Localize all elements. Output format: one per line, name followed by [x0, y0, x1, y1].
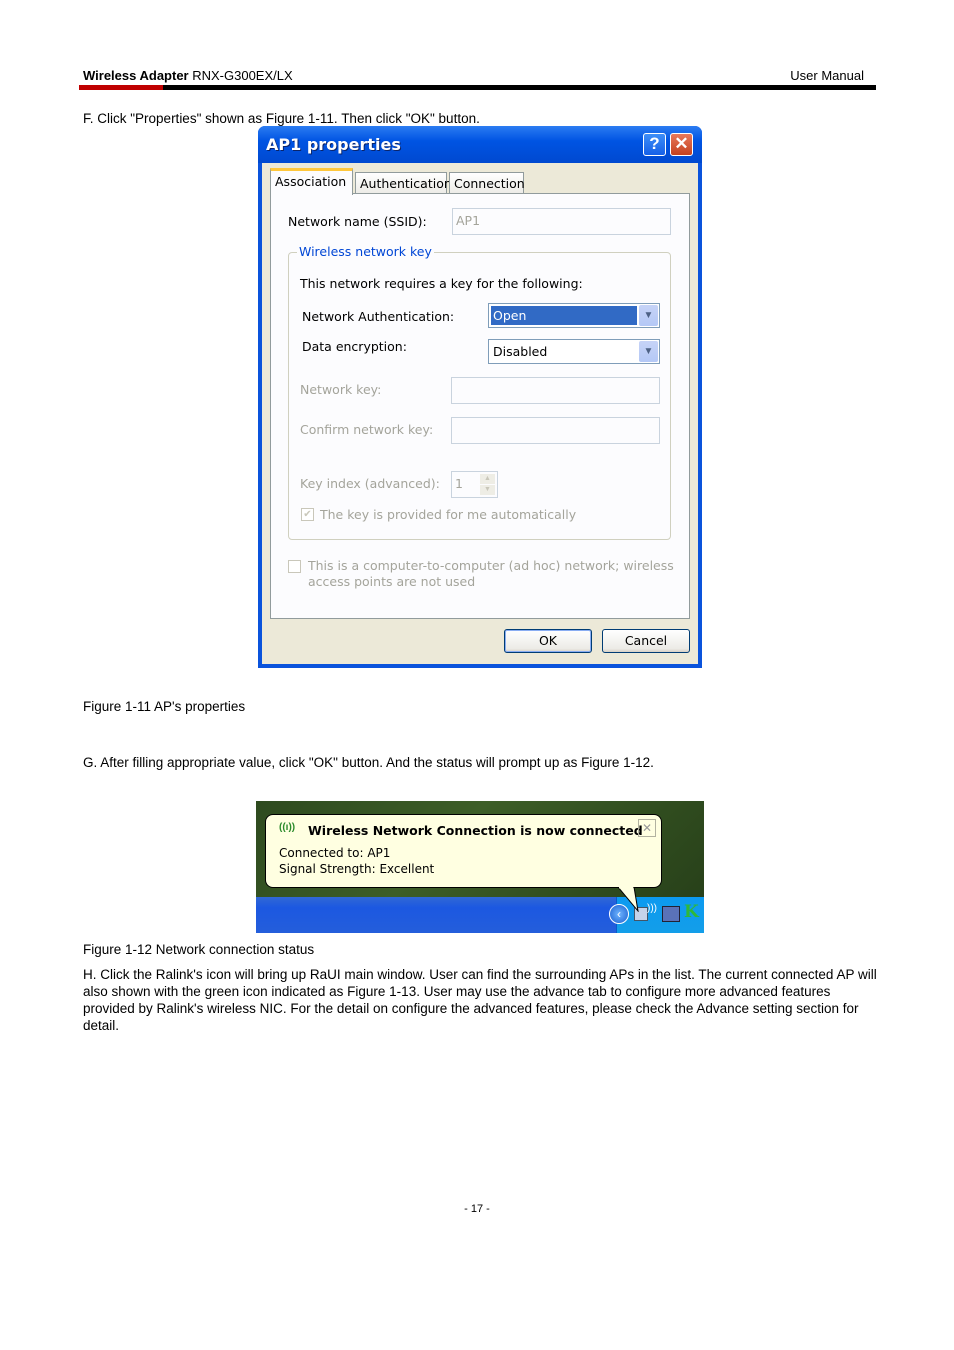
- header-product-name: Wireless Adapter: [83, 68, 189, 83]
- network-status-screenshot: ‹ ))) K ((ı)) Wireless Network Connectio…: [256, 801, 704, 933]
- adhoc-label-line1: This is a computer-to-computer (ad hoc) …: [308, 558, 674, 573]
- ap-properties-dialog: AP1 properties ? ✕ Association Authentic…: [258, 126, 702, 668]
- chevron-down-icon[interactable]: ▼: [639, 341, 658, 362]
- dialog-body: Association Authentication Connection Ne…: [262, 163, 698, 664]
- key-index-value: 1: [455, 476, 463, 491]
- help-button[interactable]: ?: [643, 133, 666, 156]
- auth-select[interactable]: Open ▼: [488, 303, 660, 328]
- encryption-value: Disabled: [493, 344, 548, 359]
- cancel-button[interactable]: Cancel: [602, 629, 690, 653]
- wireless-antenna-icon: ((ı)): [279, 822, 296, 833]
- close-icon: ✕: [674, 134, 689, 153]
- group-title: Wireless network key: [297, 244, 434, 259]
- balloon-signal-strength: Signal Strength: Excellent: [279, 862, 435, 876]
- adhoc-checkbox[interactable]: [288, 560, 301, 573]
- auto-key-label: The key is provided for me automatically: [320, 507, 577, 522]
- auth-label: Network Authentication:: [302, 309, 455, 324]
- ssid-label: Network name (SSID):: [288, 214, 427, 229]
- key-index-label: Key index (advanced):: [300, 476, 440, 491]
- spin-up-icon[interactable]: ▲: [480, 474, 495, 484]
- adhoc-label: This is a computer-to-computer (ad hoc) …: [308, 558, 674, 590]
- balloon-connected-to: Connected to: AP1: [279, 846, 391, 860]
- auto-key-checkbox[interactable]: ✔: [301, 508, 314, 521]
- step-h-text: H. Click the Ralink's icon will bring up…: [83, 967, 877, 1033]
- confirm-key-input[interactable]: [451, 417, 660, 444]
- auth-value: Open: [491, 306, 637, 325]
- association-panel: Network name (SSID): AP1 Wireless networ…: [270, 193, 690, 619]
- tab-connection[interactable]: Connection: [449, 172, 525, 194]
- signal-waves-icon: ))): [647, 903, 657, 914]
- dialog-title: AP1 properties: [266, 135, 401, 154]
- close-icon: ✕: [641, 821, 653, 835]
- confirm-key-label: Confirm network key:: [300, 422, 434, 437]
- dialog-title-bar[interactable]: AP1 properties ? ✕: [258, 126, 702, 163]
- page-number: - 17 -: [464, 1203, 490, 1215]
- header-product: Wireless Adapter RNX-G300EX/LX: [83, 68, 293, 83]
- network-key-input[interactable]: [451, 377, 660, 404]
- connection-balloon[interactable]: ((ı)) Wireless Network Connection is now…: [265, 814, 662, 888]
- chevron-down-icon[interactable]: ▼: [639, 305, 658, 326]
- balloon-close-button[interactable]: ✕: [638, 819, 656, 837]
- balloon-pointer: [617, 887, 639, 912]
- header-rule-accent: [79, 85, 163, 90]
- header-product-model: RNX-G300EX/LX: [188, 68, 293, 83]
- encryption-label: Data encryption:: [302, 339, 407, 354]
- header-doc-type: User Manual: [790, 68, 864, 83]
- key-index-spinner[interactable]: 1 ▲ ▼: [451, 471, 498, 498]
- header-rule: [79, 85, 876, 90]
- step-f-text: F. Click "Properties" shown as Figure 1-…: [83, 111, 480, 126]
- ok-button[interactable]: OK: [504, 629, 592, 653]
- figure-1-11-caption: Figure 1-11 AP's properties: [83, 699, 246, 714]
- help-icon: ?: [649, 134, 660, 153]
- balloon-title: Wireless Network Connection is now conne…: [308, 823, 643, 838]
- ralink-icon[interactable]: K: [684, 902, 699, 922]
- adhoc-label-line2: access points are not used: [308, 574, 476, 589]
- encryption-select[interactable]: Disabled ▼: [488, 339, 660, 364]
- ssid-input[interactable]: AP1: [452, 208, 671, 235]
- step-g-text: G. After filling appropriate value, clic…: [83, 755, 654, 770]
- close-button[interactable]: ✕: [670, 133, 693, 156]
- requires-key-text: This network requires a key for the foll…: [300, 276, 583, 291]
- spin-down-icon[interactable]: ▼: [480, 485, 495, 495]
- network-key-label: Network key:: [300, 382, 382, 397]
- wireless-network-key-group: Wireless network key This network requir…: [288, 244, 671, 540]
- tab-association[interactable]: Association: [270, 168, 353, 195]
- tab-authentication[interactable]: Authentication: [355, 172, 452, 194]
- checkmark-icon: ✔: [303, 509, 312, 520]
- network-icon[interactable]: [662, 906, 680, 922]
- figure-1-12-caption: Figure 1-12 Network connection status: [83, 942, 315, 957]
